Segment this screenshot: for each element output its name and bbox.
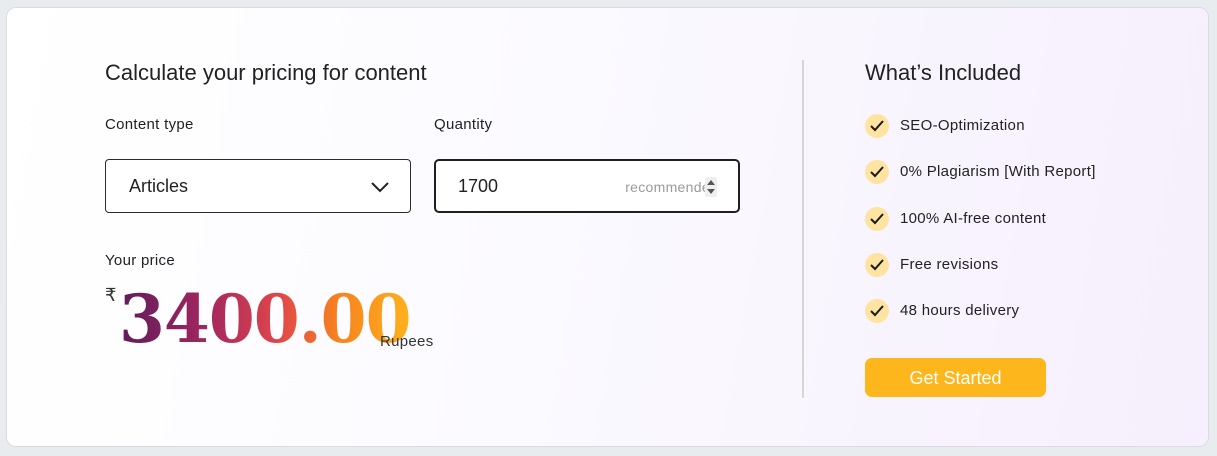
check-icon (865, 207, 889, 231)
feature-label: Free revisions (900, 256, 999, 273)
feature-label: 100% AI-free content (900, 210, 1047, 227)
check-icon (865, 253, 889, 277)
pricing-card: Calculate your pricing for content Conte… (6, 7, 1209, 447)
quantity-input[interactable]: 1700 recommended (434, 159, 740, 213)
price-unit: Rupees (380, 333, 434, 350)
content-type-value: Articles (129, 176, 189, 196)
quantity-label: Quantity (434, 116, 493, 133)
currency-symbol: ₹ (105, 285, 117, 305)
price-label: Your price (105, 252, 175, 269)
included-title: What’s Included (865, 60, 1022, 85)
check-icon (865, 160, 889, 184)
included-panel: What’s Included SEO-Optimization 0% Plag… (865, 8, 1195, 446)
get-started-button[interactable]: Get Started (865, 358, 1046, 397)
content-type-select[interactable]: Articles (105, 159, 411, 213)
price-display: ₹ 3400.00 Rupees (105, 280, 525, 363)
pricing-calculator: Calculate your pricing for content Conte… (105, 8, 745, 446)
feature-label: 0% Plagiarism [With Report] (900, 163, 1096, 180)
content-type-label: Content type (105, 116, 194, 133)
feature-label: 48 hours delivery (900, 302, 1020, 319)
price-amount: 3400.00 (119, 280, 412, 358)
section-divider (802, 60, 804, 398)
calculator-title: Calculate your pricing for content (105, 60, 427, 85)
chevron-down-icon (371, 182, 389, 193)
quantity-value: 1700 (458, 176, 499, 196)
spinner-arrows-icon[interactable] (705, 177, 717, 197)
check-icon (865, 299, 889, 323)
feature-label: SEO-Optimization (900, 117, 1025, 134)
check-icon (865, 114, 889, 138)
